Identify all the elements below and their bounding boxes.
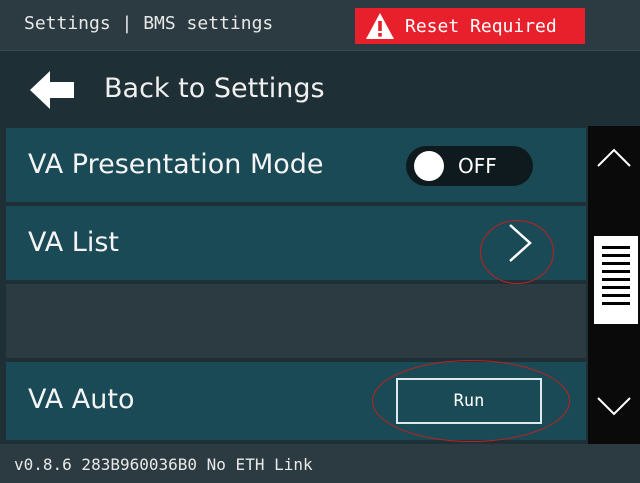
toggle-state: OFF (458, 154, 497, 178)
chevron-up-icon[interactable] (596, 146, 632, 168)
top-bar: Settings | BMS settings Reset Required (0, 0, 640, 50)
annotation-ellipse (372, 360, 570, 442)
scroll-thumb[interactable] (594, 236, 638, 324)
settings-list: VA Presentation Mode OFF VA List VA Auto… (0, 126, 588, 444)
toggle-knob (414, 151, 444, 181)
row-empty (6, 284, 586, 358)
breadcrumb: Settings | BMS settings (24, 13, 274, 34)
chevron-down-icon[interactable] (596, 396, 632, 418)
row-label: VA Presentation Mode (28, 149, 324, 180)
reset-required-label: Reset Required (405, 15, 557, 37)
warning-icon (366, 13, 394, 39)
status-text: v0.8.6 283B960036B0 No ETH Link (14, 455, 313, 474)
row-va-presentation-mode: VA Presentation Mode OFF (6, 128, 586, 202)
row-va-list[interactable]: VA List (6, 206, 586, 284)
status-bar: v0.8.6 283B960036B0 No ETH Link (0, 444, 640, 483)
scrollbar[interactable] (588, 126, 640, 444)
row-va-auto: VA Auto Run (6, 360, 586, 442)
back-to-settings-button[interactable]: Back to Settings (0, 50, 640, 127)
va-presentation-mode-toggle[interactable]: OFF (406, 146, 533, 186)
arrow-left-icon (30, 71, 74, 109)
row-label: VA List (28, 227, 119, 258)
row-label: VA Auto (28, 384, 135, 415)
annotation-circle (480, 220, 554, 284)
reset-required-badge[interactable]: Reset Required (355, 8, 585, 44)
back-label: Back to Settings (104, 73, 325, 104)
